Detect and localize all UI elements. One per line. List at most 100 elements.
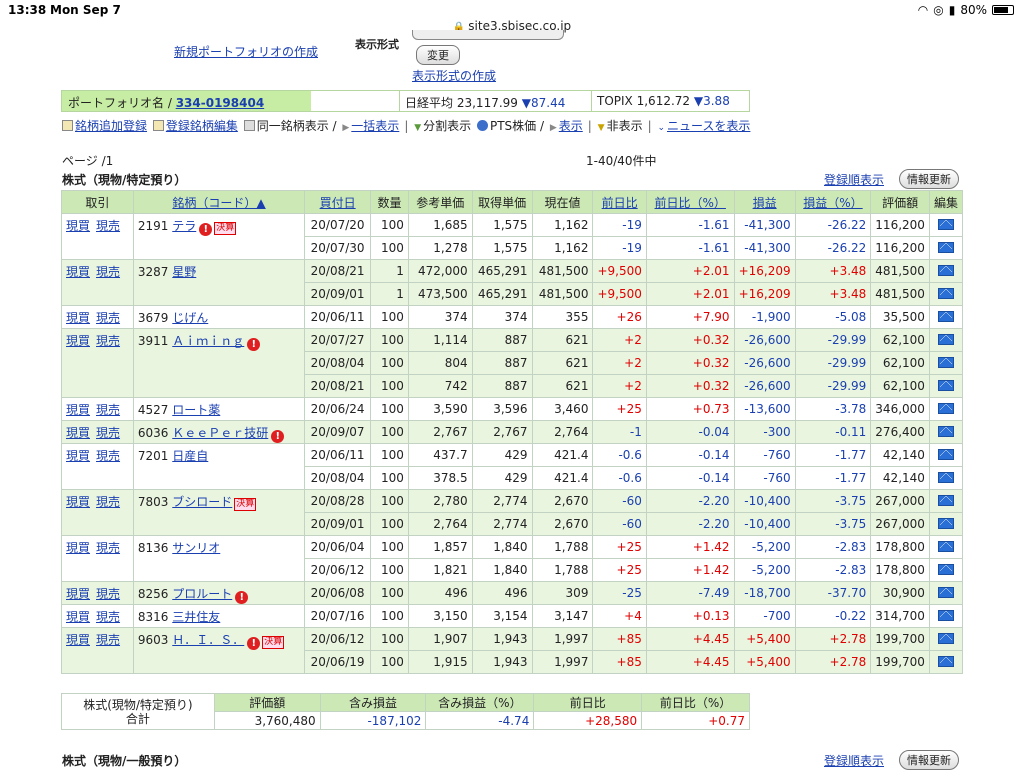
nikkei-index: 日経平均 23,117.99 ▼87.44 — [399, 91, 591, 111]
news-link[interactable]: ニュースを表示 — [667, 119, 750, 133]
buy-link[interactable]: 現買 — [66, 541, 90, 555]
col-day-change-label[interactable]: 前日比 — [602, 196, 638, 210]
buy-link[interactable]: 現買 — [66, 587, 90, 601]
buy-link[interactable]: 現買 — [66, 403, 90, 417]
sell-link[interactable]: 現売 — [96, 265, 120, 279]
col-pl-label[interactable]: 損益 — [753, 196, 777, 210]
stock-name-link[interactable]: Ａｉｍｉｎｇ — [172, 334, 244, 348]
edit-mail-icon[interactable] — [937, 311, 954, 322]
sell-link[interactable]: 現売 — [96, 449, 120, 463]
table-row: 現買 現売 3679 じげん 20/06/11 100 374 374 355 +26 +7.90… — [61, 305, 964, 329]
sell-link[interactable]: 現売 — [96, 403, 120, 417]
profit-loss: -300 — [733, 420, 796, 444]
alert-icon[interactable]: ! — [235, 591, 249, 604]
edit-cell — [928, 305, 964, 329]
stock-name-link[interactable]: 星野 — [172, 265, 196, 279]
ref-price: 3,150 — [407, 604, 473, 628]
edit-mail-icon[interactable] — [937, 288, 954, 299]
sell-link[interactable]: 現売 — [96, 426, 120, 440]
create-format-link[interactable]: 表示形式の作成 — [412, 67, 496, 84]
stock-name-link[interactable]: 日産自 — [172, 449, 208, 463]
alert-icon[interactable]: ! — [271, 430, 285, 443]
edit-mail-icon[interactable] — [937, 242, 954, 253]
col-buy-date[interactable]: 買付日 — [304, 190, 372, 214]
refresh-button[interactable]: 情報更新 — [899, 169, 959, 189]
portfolio-name-label: ポートフォリオ名 / — [68, 96, 172, 110]
change-button[interactable]: 変更 — [416, 45, 460, 65]
display-format-select[interactable] — [412, 30, 564, 40]
add-stock-link[interactable]: 銘柄追加登録 — [75, 119, 147, 133]
edit-mail-icon[interactable] — [937, 380, 954, 391]
edit-mail-icon[interactable] — [937, 610, 954, 621]
buy-link[interactable]: 現買 — [66, 219, 90, 233]
stock-name-link[interactable]: サンリオ — [172, 541, 220, 555]
col-buy-date-label[interactable]: 買付日 — [320, 196, 356, 210]
edit-mail-icon[interactable] — [937, 518, 954, 529]
edit-mail-icon[interactable] — [937, 449, 954, 460]
market-value: 267,000 — [870, 489, 930, 513]
alert-icon[interactable]: ! — [247, 338, 261, 351]
sell-link[interactable]: 現売 — [96, 610, 120, 624]
sell-link[interactable]: 現売 — [96, 219, 120, 233]
alert-icon[interactable]: ! — [247, 637, 261, 650]
edit-mail-icon[interactable] — [937, 633, 954, 644]
registration-order-link-2[interactable]: 登録順表示 — [824, 752, 884, 769]
edit-mail-icon[interactable] — [937, 564, 954, 575]
trade-cell: 現買 現売 — [61, 489, 134, 536]
col-stock-label[interactable]: 銘柄（コード）▲ — [172, 196, 265, 210]
edit-mail-icon[interactable] — [937, 472, 954, 483]
edit-mail-icon[interactable] — [937, 334, 954, 345]
col-pl-pct[interactable]: 損益（%） — [794, 190, 872, 214]
buy-link[interactable]: 現買 — [66, 610, 90, 624]
stock-name-link[interactable]: Ｈ．Ｉ．Ｓ． — [172, 633, 244, 647]
buy-link[interactable]: 現買 — [66, 449, 90, 463]
edit-mail-icon[interactable] — [937, 265, 954, 276]
edit-mail-icon[interactable] — [937, 541, 954, 552]
col-day-change[interactable]: 前日比 — [592, 190, 647, 214]
buy-link[interactable]: 現買 — [66, 265, 90, 279]
stock-name-link[interactable]: じげん — [172, 311, 208, 325]
sell-link[interactable]: 現売 — [96, 587, 120, 601]
stock-name-link[interactable]: ブシロード — [172, 495, 232, 509]
bulk-display-link[interactable]: 一括表示 — [351, 119, 399, 133]
col-day-change-pct-label[interactable]: 前日比（%） — [655, 196, 726, 210]
sell-link[interactable]: 現売 — [96, 495, 120, 509]
buy-link[interactable]: 現買 — [66, 311, 90, 325]
new-portfolio-link[interactable]: 新規ポートフォリオの作成 — [174, 43, 318, 60]
buy-link[interactable]: 現買 — [66, 426, 90, 440]
stock-code: 3679 — [137, 311, 169, 325]
edit-mail-icon[interactable] — [937, 403, 954, 414]
edit-cell — [928, 535, 964, 559]
stock-name-link[interactable]: ＫｅｅＰｅｒ技研 — [172, 426, 268, 440]
buy-link[interactable]: 現買 — [66, 334, 90, 348]
sell-link[interactable]: 現売 — [96, 541, 120, 555]
refresh-button-2[interactable]: 情報更新 — [899, 750, 959, 770]
portfolio-id-link[interactable]: 334-0198404 — [176, 96, 264, 110]
edit-mail-icon[interactable] — [937, 656, 954, 667]
buy-link[interactable]: 現買 — [66, 495, 90, 509]
stock-cell: 8136 サンリオ — [132, 535, 306, 582]
alert-icon[interactable]: ! — [199, 223, 213, 236]
stock-name-link[interactable]: プロルート — [172, 587, 232, 601]
edit-stock-link[interactable]: 登録銘柄編集 — [166, 119, 238, 133]
sell-link[interactable]: 現売 — [96, 633, 120, 647]
col-pl[interactable]: 損益 — [733, 190, 796, 214]
day-change: +2 — [592, 374, 647, 398]
edit-mail-icon[interactable] — [937, 219, 954, 230]
buy-link[interactable]: 現買 — [66, 633, 90, 647]
col-stock[interactable]: 銘柄（コード）▲ — [132, 190, 306, 214]
edit-mail-icon[interactable] — [937, 357, 954, 368]
col-pl-pct-label[interactable]: 損益（%） — [803, 196, 862, 210]
item-count: 1-40/40件中 — [586, 154, 657, 168]
registration-order-link[interactable]: 登録順表示 — [824, 171, 884, 188]
stock-name-link[interactable]: テラ — [172, 219, 196, 233]
sell-link[interactable]: 現売 — [96, 311, 120, 325]
col-day-change-pct[interactable]: 前日比（%） — [645, 190, 735, 214]
sell-link[interactable]: 現売 — [96, 334, 120, 348]
edit-mail-icon[interactable] — [937, 495, 954, 506]
stock-name-link[interactable]: ロート薬 — [172, 403, 220, 417]
edit-mail-icon[interactable] — [937, 587, 954, 598]
stock-name-link[interactable]: 三井住友 — [172, 610, 220, 624]
edit-mail-icon[interactable] — [937, 426, 954, 437]
pts-show-link[interactable]: 表示 — [559, 119, 583, 133]
